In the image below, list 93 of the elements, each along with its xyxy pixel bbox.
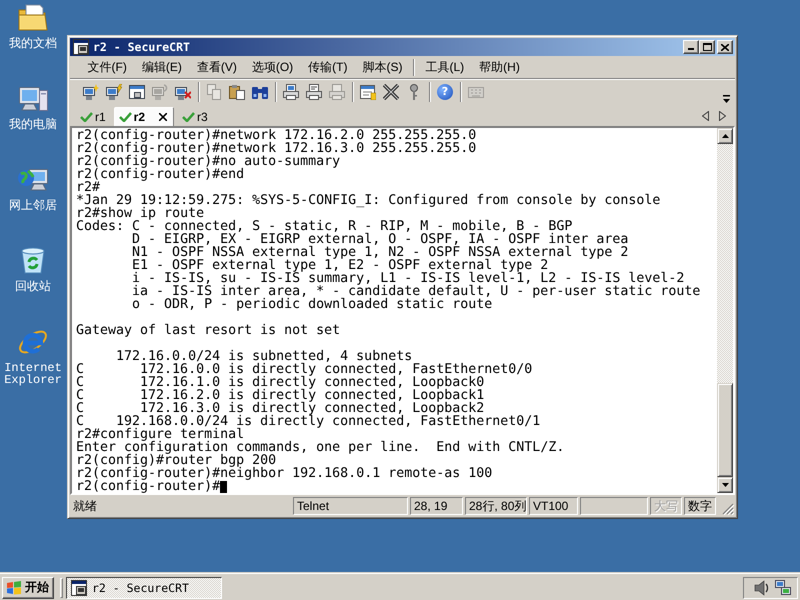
maximize-icon (702, 43, 712, 51)
caret-right-icon[interactable] (719, 110, 726, 120)
network-icon[interactable] (775, 580, 791, 596)
desktop-icon-label[interactable]: 回收站 (15, 281, 51, 293)
route-text: 172.16.1.0 is directly connected, Loopback0 (140, 376, 484, 389)
terminal-line: Enter configuration commands, one per line. End with CNTL/Z. (76, 441, 564, 454)
terminal-line: o - ODR, P - periodic downloaded static route (132, 298, 492, 311)
status-text: 就绪 (72, 498, 98, 514)
tab-label: r3 (197, 110, 208, 124)
flag-icon (6, 580, 22, 594)
close-icon (721, 44, 729, 50)
window-icon[interactable] (129, 84, 145, 100)
scroll-up-button[interactable] (717, 128, 733, 144)
tab-label: r2 (134, 110, 146, 124)
session-tab[interactable]: r1 (75, 107, 111, 126)
close-icon[interactable] (159, 113, 168, 121)
session-tab[interactable]: r2 (114, 107, 174, 126)
menu-item[interactable]: 脚本(S) (354, 58, 410, 76)
route-text: 192.168.0.0/24 is directly connected, FastEthernet0/1 (116, 415, 540, 428)
terminal-line: ia - IS-IS inter area, * - candidate default, U - per-user static route (132, 285, 700, 298)
route-code: C (76, 376, 84, 389)
terminal-line: N1 - OSPF NSSA external type 1, N2 - OSPF NSSA external type 2 (132, 246, 628, 259)
menu-item[interactable]: 文件(F) (80, 58, 134, 76)
start-button[interactable]: 开始 (2, 576, 54, 598)
route-text: 172.16.2.0 is directly connected, Loopback1 (140, 389, 484, 402)
menu-item[interactable]: 选项(O) (244, 58, 301, 76)
app-window-icon[interactable] (73, 39, 89, 55)
route-code: C (76, 402, 84, 415)
monitor-cross-icon[interactable] (175, 84, 191, 100)
menu-item[interactable]: 编辑(E) (134, 58, 190, 76)
speaker-icon[interactable] (754, 580, 770, 596)
printer-page-icon[interactable] (306, 84, 322, 100)
terminal-line: *Jan 29 19:12:59.275: %SYS-5-CONFIG_I: Configured from console by console (76, 194, 660, 207)
terminal-line: r2(config)#router bgp 200 (76, 454, 276, 467)
printer-screen-icon[interactable] (283, 84, 299, 100)
menu-item[interactable]: 工具(L) (418, 58, 472, 76)
terminal-line: r2(config-router)#no auto-summary (76, 155, 340, 168)
desktop-icon-label[interactable]: 我的文档 (9, 38, 57, 50)
route-code: C (76, 363, 84, 376)
terminal-line: r2#configure terminal (76, 428, 244, 441)
terminal-line: i - IS-IS, su - IS-IS summary, L1 - IS-IS level-1, L2 - IS-IS level-2 (132, 272, 684, 285)
terminal-line: r2(config-router)#end (76, 168, 244, 181)
status-indicator: 数字 (684, 497, 716, 515)
terminal-prompt: r2(config-router)# (76, 480, 220, 493)
caret-down-icon[interactable] (723, 95, 730, 103)
caret-left-icon[interactable] (702, 110, 709, 120)
menu-item[interactable]: 查看(V) (189, 58, 244, 76)
tab-label: r1 (95, 110, 106, 124)
desktop-icon-label[interactable]: 网上邻居 (9, 200, 57, 212)
terminal-line: r2(config-router)#network 172.16.3.0 255.255.255.0 (76, 142, 476, 155)
terminal-line: r2# (76, 181, 100, 194)
menu-item[interactable]: 帮助(H) (472, 58, 528, 76)
binoculars-icon[interactable] (252, 84, 268, 100)
scrollbar-thumb[interactable] (717, 383, 733, 477)
monitor-bolt-icon[interactable] (106, 84, 122, 100)
status-panel: 28, 19 (410, 497, 463, 515)
status-panel: 28行, 80列 (465, 497, 527, 515)
status-panel: VT100 (529, 497, 578, 515)
close-button[interactable] (717, 40, 733, 54)
session-tab[interactable]: r3 (177, 107, 213, 126)
terminal-line: E1 - OSPF external type 1, E2 - OSPF external type 2 (132, 259, 548, 272)
tools-icon[interactable] (383, 84, 399, 100)
status-panel (580, 497, 648, 515)
route-code: C (76, 389, 84, 402)
caret-down-icon (722, 483, 728, 487)
terminal-line: r2(config-router)#neighbor 192.168.0.1 remote-as 100 (76, 467, 492, 480)
route-text: 172.16.3.0 is directly connected, Loopback2 (140, 402, 484, 415)
desktop-icon-label[interactable]: Internet Explorer (3, 362, 63, 386)
cursor-icon (220, 481, 228, 493)
terminal-line: r2#show ip route (76, 207, 204, 220)
scroll-down-button[interactable] (717, 477, 733, 493)
terminal-line: Codes: C - connected, S - static, R - RIP, M - mobile, B - BGP (76, 220, 572, 233)
scrollbar[interactable] (717, 128, 733, 493)
status-panel: Telnet (293, 497, 408, 515)
clipboard-icon[interactable] (229, 84, 245, 100)
document-icon[interactable] (360, 84, 376, 100)
route-text: 172.16.0.0 is directly connected, FastEthernet0/0 (140, 363, 532, 376)
window-title: r2 - SecureCRT (93, 40, 191, 54)
maximize-button[interactable] (699, 40, 715, 54)
minimize-button[interactable] (683, 40, 699, 54)
menu-item[interactable]: 传输(T) (300, 58, 355, 76)
terminal-line: Gateway of last resort is not set (76, 324, 340, 337)
route-text: 172.16.0.0/24 is subnetted, 4 subnets (116, 350, 412, 363)
caret-up-icon (722, 134, 728, 138)
app-window-icon (71, 580, 87, 596)
route-code: C (76, 415, 84, 428)
terminal-line: D - EIGRP, EX - EIGRP external, O - OSPF, IA - OSPF inter area (132, 233, 628, 246)
monitor-sparkle-icon[interactable] (83, 84, 99, 100)
desktop-icon-label[interactable]: 我的电脑 (9, 119, 57, 131)
taskbar-button[interactable]: r2 - SecureCRT (66, 576, 222, 598)
terminal-line: r2(config-router)#network 172.16.2.0 255.255.255.0 (76, 129, 476, 142)
minimize-icon (688, 48, 694, 50)
resize-grip-icon[interactable] (722, 503, 734, 515)
